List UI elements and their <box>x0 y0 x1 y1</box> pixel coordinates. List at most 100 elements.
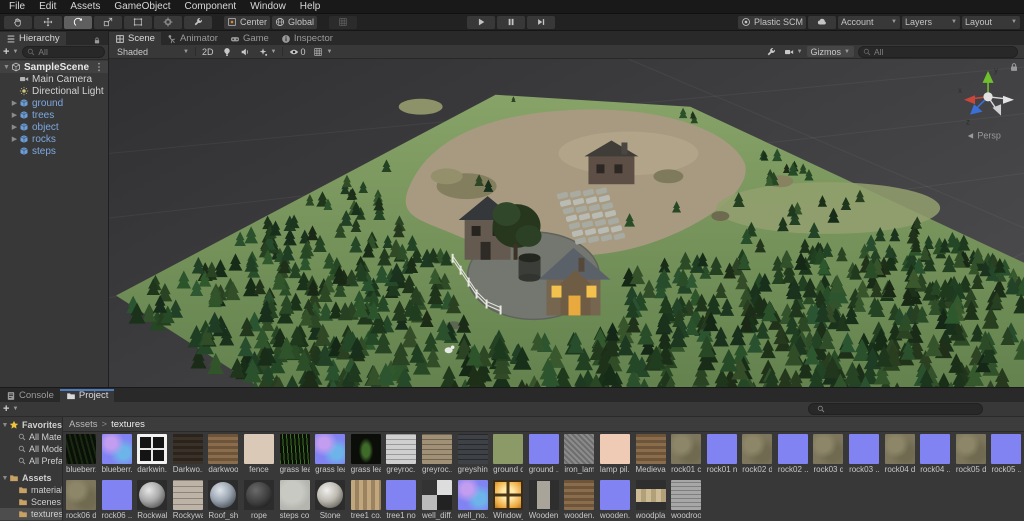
asset-tile-rock05-d[interactable]: rock05 d... <box>955 434 986 474</box>
expand-arrow-icon[interactable]: ▶ <box>10 111 19 119</box>
asset-tile-rock06-d[interactable]: rock06 d... <box>66 480 96 520</box>
audio-toggle[interactable] <box>236 46 254 58</box>
hierarchy-search-input[interactable]: All <box>22 46 105 58</box>
menu-assets[interactable]: Assets <box>63 1 107 12</box>
asset-tile-fence[interactable]: fence <box>243 434 274 474</box>
asset-tile-grass-lea[interactable]: grass lea... <box>315 434 346 474</box>
asset-tile-iron_lamp[interactable]: iron_lamp <box>564 434 595 474</box>
hierarchy-item-directional-light[interactable]: Directional Light <box>0 85 108 97</box>
asset-tile-woodroof[interactable]: woodroof <box>671 480 702 520</box>
effects-dropdown[interactable]: ▼ <box>254 46 281 58</box>
asset-tile-window_l[interactable]: Window_l... <box>493 480 524 520</box>
asset-tile-roof_shi[interactable]: Roof_shi... <box>208 480 239 520</box>
add-object-button[interactable]: + ▼ <box>3 46 18 58</box>
expand-arrow-icon[interactable]: ▶ <box>10 99 19 107</box>
layout-dropdown[interactable]: Layout ▼ <box>962 15 1020 29</box>
orientation-toggle-button[interactable]: Global <box>272 15 318 29</box>
play-button[interactable] <box>467 15 495 29</box>
asset-tile-rockwall[interactable]: Rockwall <box>137 480 168 520</box>
pivot-toggle-button[interactable]: Center <box>224 15 271 29</box>
transform-tool-button[interactable] <box>154 15 182 29</box>
sidebar-item-assets[interactable]: ▼ Assets <box>0 472 62 484</box>
asset-tile-well_diff[interactable]: well_diff... <box>421 480 452 520</box>
asset-tile-grass-lea[interactable]: grass lea... <box>279 434 310 474</box>
project-search-input[interactable] <box>808 403 983 415</box>
asset-tile-rock05-[interactable]: rock05 ... <box>991 434 1022 474</box>
asset-tile-lamp-pil[interactable]: lamp pil... <box>599 434 630 474</box>
gizmos-dropdown[interactable]: Gizmos ▼ <box>806 46 854 57</box>
asset-tile-greyroc[interactable]: greyroc... <box>386 434 417 474</box>
asset-tile-wooden[interactable]: Wooden... <box>528 480 559 520</box>
scene-3d-view[interactable]: y x z ◄ Persp <box>109 59 1024 387</box>
asset-tile-well_no[interactable]: well_no... <box>457 480 488 520</box>
2d-toggle[interactable]: 2D <box>198 46 218 58</box>
asset-tile-blueberr[interactable]: blueberr... <box>66 434 96 474</box>
sidebar-item-all-prefabs[interactable]: All Prefabs <box>0 455 62 467</box>
sidebar-item-all-materia[interactable]: All Materia <box>0 431 62 443</box>
tab-project[interactable]: Project <box>59 389 115 402</box>
hierarchy-item-object[interactable]: ▶ object <box>0 121 108 133</box>
asset-tile-rock04-[interactable]: rock04 ... <box>920 434 951 474</box>
scene-viewport[interactable]: y x z ◄ Persp <box>109 59 1024 387</box>
lock-icon[interactable] <box>93 36 101 45</box>
hierarchy-item-trees[interactable]: ▶ trees <box>0 109 108 121</box>
sidebar-item-favorites[interactable]: ▼ Favorites <box>0 419 62 431</box>
asset-tile-rock04-d[interactable]: rock04 d... <box>884 434 915 474</box>
asset-tile-darkwin[interactable]: darkwin... <box>137 434 168 474</box>
expand-arrow-icon[interactable]: ▼ <box>2 64 11 71</box>
asset-tile-rock06-[interactable]: rock06 ... <box>101 480 132 520</box>
sidebar-item-scenes[interactable]: Scenes <box>0 496 62 508</box>
hierarchy-item-steps[interactable]: steps <box>0 145 108 157</box>
camera-settings-dropdown[interactable]: ▼ <box>309 46 336 58</box>
asset-tile-rock03-[interactable]: rock03 ... <box>849 434 880 474</box>
asset-tile-rock03-d[interactable]: rock03 d... <box>813 434 844 474</box>
asset-tile-medieva[interactable]: Medieva... <box>635 434 666 474</box>
asset-tile-greyshin[interactable]: greyshin... <box>457 434 488 474</box>
tab-console[interactable]: Console <box>0 389 60 402</box>
create-asset-button[interactable]: + ▼ <box>3 403 18 415</box>
sidebar-item-all-models[interactable]: All Models <box>0 443 62 455</box>
asset-tile-rock01-c[interactable]: rock01 c... <box>671 434 702 474</box>
tab-hierarchy[interactable]: Hierarchy <box>0 32 66 45</box>
menu-file[interactable]: File <box>2 1 32 12</box>
hierarchy-item-samplescene[interactable]: ▼ SampleScene <box>0 61 108 73</box>
move-tool-button[interactable] <box>34 15 62 29</box>
asset-tile-tree1-no[interactable]: tree1 no... <box>386 480 417 520</box>
sidebar-item-textures[interactable]: textures <box>0 508 62 520</box>
expand-arrow-icon[interactable]: ▼ <box>1 422 9 429</box>
expand-arrow-icon[interactable]: ▶ <box>10 123 19 131</box>
sidebar-item-materials[interactable]: materials <box>0 484 62 496</box>
asset-tile-rock02-[interactable]: rock02 ... <box>777 434 808 474</box>
asset-tile-blueberr[interactable]: blueberr... <box>101 434 132 474</box>
expand-arrow-icon[interactable]: ▶ <box>10 135 19 143</box>
asset-tile-wooden[interactable]: wooden... <box>564 480 595 520</box>
plastic-scm-button[interactable]: Plastic SCM <box>737 15 806 29</box>
rotate-tool-button[interactable] <box>64 15 92 29</box>
hierarchy-item-main-camera[interactable]: Main Camera <box>0 73 108 85</box>
draw-mode-dropdown[interactable]: Shaded ▼ <box>113 46 193 58</box>
kebab-menu-icon[interactable] <box>97 62 105 72</box>
scene-search-input[interactable]: All <box>858 45 1018 58</box>
asset-tile-rock02-d[interactable]: rock02 d... <box>742 434 773 474</box>
lighting-toggle[interactable] <box>218 46 236 58</box>
hand-tool-button[interactable] <box>4 15 32 29</box>
menu-edit[interactable]: Edit <box>32 1 63 12</box>
menu-window[interactable]: Window <box>243 1 293 12</box>
breadcrumb-assets[interactable]: Assets <box>69 419 98 430</box>
tab-game[interactable]: Game <box>224 32 275 45</box>
asset-tile-steps-co[interactable]: steps co... <box>279 480 310 520</box>
account-dropdown[interactable]: Account ▼ <box>838 15 900 29</box>
asset-tile-ground-[interactable]: ground ... <box>528 434 559 474</box>
cloud-button[interactable] <box>808 15 836 29</box>
asset-tile-darkwo[interactable]: Darkwo... <box>172 434 203 474</box>
hierarchy-item-ground[interactable]: ▶ ground <box>0 97 108 109</box>
menu-component[interactable]: Component <box>178 1 244 12</box>
tab-scene[interactable]: Scene <box>109 32 161 45</box>
asset-tile-ground-d[interactable]: ground d... <box>493 434 524 474</box>
asset-tile-grass-lea[interactable]: grass lea... <box>350 434 381 474</box>
scale-tool-button[interactable] <box>94 15 122 29</box>
asset-tile-woodpla[interactable]: woodpla... <box>635 480 666 520</box>
layers-dropdown[interactable]: Layers ▼ <box>902 15 960 29</box>
pause-button[interactable] <box>497 15 525 29</box>
scene-camera-dropdown[interactable]: ▼ <box>780 46 807 58</box>
